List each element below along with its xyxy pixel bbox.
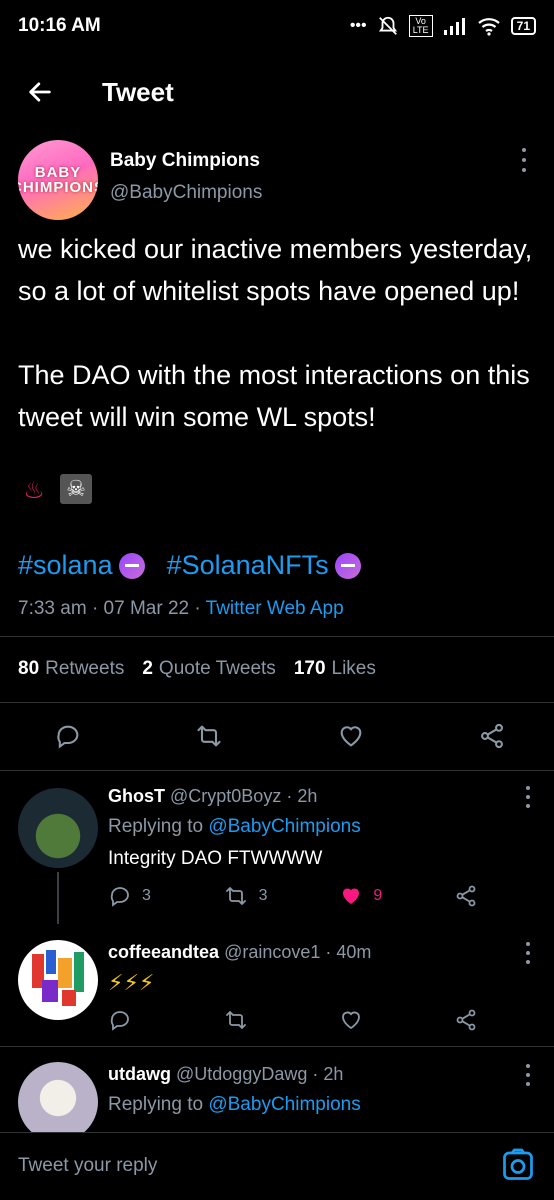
- divider: [0, 1046, 554, 1047]
- status-time: 10:16 AM: [18, 15, 101, 36]
- reply-author[interactable]: GhosT @Crypt0Boyz · 2h: [108, 786, 317, 807]
- back-button[interactable]: [0, 62, 80, 122]
- abstract-art-avatar-icon: [32, 950, 84, 1006]
- more-options-button[interactable]: [514, 148, 534, 172]
- author-display-name[interactable]: Baby Chimpions: [110, 150, 260, 172]
- quote-tweets-stat[interactable]: 2 Quote Tweets: [142, 658, 275, 680]
- top-app-bar: Tweet: [0, 60, 554, 124]
- reply-actions: 3 3 9: [108, 884, 478, 908]
- tweet-author: BABY CHIMPIONS Baby Chimpions @BabyChimp…: [18, 140, 538, 220]
- reply-input[interactable]: Tweet your reply: [18, 1155, 157, 1177]
- share-icon: [481, 723, 503, 749]
- retweet-icon: [225, 1011, 246, 1029]
- thread-line: [57, 872, 59, 924]
- replying-to: Replying to @BabyChimpions: [108, 1094, 361, 1115]
- divider: [0, 702, 554, 703]
- reply-text: ⚡⚡⚡: [108, 970, 155, 995]
- reply-actions: [108, 1008, 478, 1032]
- status-bar: 10:16 AM ••• Vo LTE 71: [0, 0, 554, 52]
- reply-text: Integrity DAO FTWWWW: [108, 848, 323, 869]
- reply-item[interactable]: GhosT @Crypt0Boyz · 2h Replying to @Baby…: [0, 784, 554, 934]
- reply-reply-button[interactable]: [108, 1008, 132, 1032]
- divider: [0, 770, 554, 771]
- like-button[interactable]: [333, 718, 369, 754]
- reply-more-button[interactable]: [524, 942, 532, 964]
- retweet-icon: [197, 725, 221, 747]
- reply-item[interactable]: utdawg @UtdoggyDawg · 2h Replying to @Ba…: [0, 1062, 554, 1132]
- signal-dots-icon: •••: [349, 17, 367, 34]
- share-icon: [456, 1009, 476, 1031]
- tweet-text: we kicked our inactive members yesterday…: [18, 234, 533, 432]
- reply-more-button[interactable]: [524, 1064, 532, 1086]
- tweet-date: 07 Mar 22: [103, 598, 190, 619]
- reply-author[interactable]: coffeeandtea @raincove1 · 40m: [108, 942, 371, 963]
- replying-to: Replying to @BabyChimpions: [108, 816, 361, 837]
- page-title: Tweet: [102, 76, 174, 107]
- hashtag-link[interactable]: #SolanaNFTs: [167, 550, 329, 581]
- share-button[interactable]: [474, 718, 510, 754]
- solana-icon: [118, 552, 145, 579]
- reply-reply-button[interactable]: 3: [108, 884, 151, 908]
- reply-icon: [57, 725, 79, 749]
- reply-more-button[interactable]: [524, 786, 532, 808]
- skull-crossbones-emoji-icon: ☠: [60, 474, 92, 504]
- tweet-time: 7:33 am: [18, 598, 87, 619]
- tweet-hashtags: #solana #SolanaNFTs: [18, 550, 383, 581]
- reply-button[interactable]: [50, 718, 86, 754]
- camera-button[interactable]: [500, 1147, 536, 1183]
- heart-icon: [342, 1011, 361, 1030]
- hashtag-link[interactable]: #solana: [18, 550, 113, 581]
- reply-author[interactable]: utdawg @UtdoggyDawg · 2h: [108, 1064, 343, 1085]
- reply-count: 3: [142, 887, 151, 904]
- mute-alarm-icon: [377, 15, 399, 37]
- volte-icon: Vo LTE: [408, 15, 433, 37]
- reply-avatar[interactable]: [18, 1062, 98, 1132]
- camera-icon: [503, 1148, 533, 1180]
- tweet-source-link[interactable]: Twitter Web App: [206, 598, 344, 619]
- share-icon: [456, 885, 476, 907]
- avatar[interactable]: BABY CHIMPIONS: [18, 140, 98, 220]
- reply-share-button[interactable]: [454, 1008, 478, 1032]
- reply-retweet-button[interactable]: 3: [223, 884, 268, 908]
- divider: [0, 636, 554, 637]
- heart-filled-icon: [343, 888, 360, 904]
- tweet-stats: 80 Retweets 2 Quote Tweets 170 Likes: [18, 658, 376, 680]
- reply-like-button[interactable]: [339, 1008, 363, 1032]
- solana-icon: [334, 552, 361, 579]
- like-count: 9: [373, 887, 383, 904]
- reply-avatar[interactable]: [18, 788, 98, 868]
- mention-link[interactable]: @BabyChimpions: [208, 816, 360, 837]
- hot-springs-emoji-icon: ♨: [23, 476, 45, 504]
- retweet-icon: [225, 887, 246, 905]
- cell-signal-icon: [443, 17, 467, 35]
- status-icons: ••• Vo LTE 71: [350, 15, 536, 37]
- heart-icon: [340, 726, 362, 747]
- reply-item[interactable]: coffeeandtea @raincove1 · 40m ⚡⚡⚡: [0, 940, 554, 1040]
- reply-avatar[interactable]: [18, 940, 98, 1020]
- battery-icon: 71: [510, 17, 536, 35]
- reply-retweet-button[interactable]: [223, 1008, 249, 1032]
- tweet-emojis: ♨ ☠: [18, 474, 92, 506]
- mention-link[interactable]: @BabyChimpions: [208, 1094, 360, 1115]
- reply-share-button[interactable]: [454, 884, 478, 908]
- author-handle[interactable]: @BabyChimpions: [110, 182, 262, 204]
- retweets-stat[interactable]: 80 Retweets: [18, 658, 124, 680]
- retweet-count: 3: [258, 887, 268, 904]
- reply-composer[interactable]: Tweet your reply: [0, 1132, 554, 1200]
- back-arrow-icon: [29, 82, 51, 102]
- tweet-meta: 7:33 am · 07 Mar 22 · Twitter Web App: [18, 598, 344, 619]
- reply-icon: [110, 1011, 129, 1031]
- likes-stat[interactable]: 170 Likes: [294, 658, 376, 680]
- reply-icon: [110, 887, 129, 907]
- wifi-icon: [477, 16, 501, 36]
- tweet-actions: [50, 718, 510, 754]
- avatar-logo: BABY CHIMPIONS: [18, 164, 98, 196]
- reply-like-button[interactable]: 9: [339, 884, 382, 908]
- retweet-button[interactable]: [191, 718, 227, 754]
